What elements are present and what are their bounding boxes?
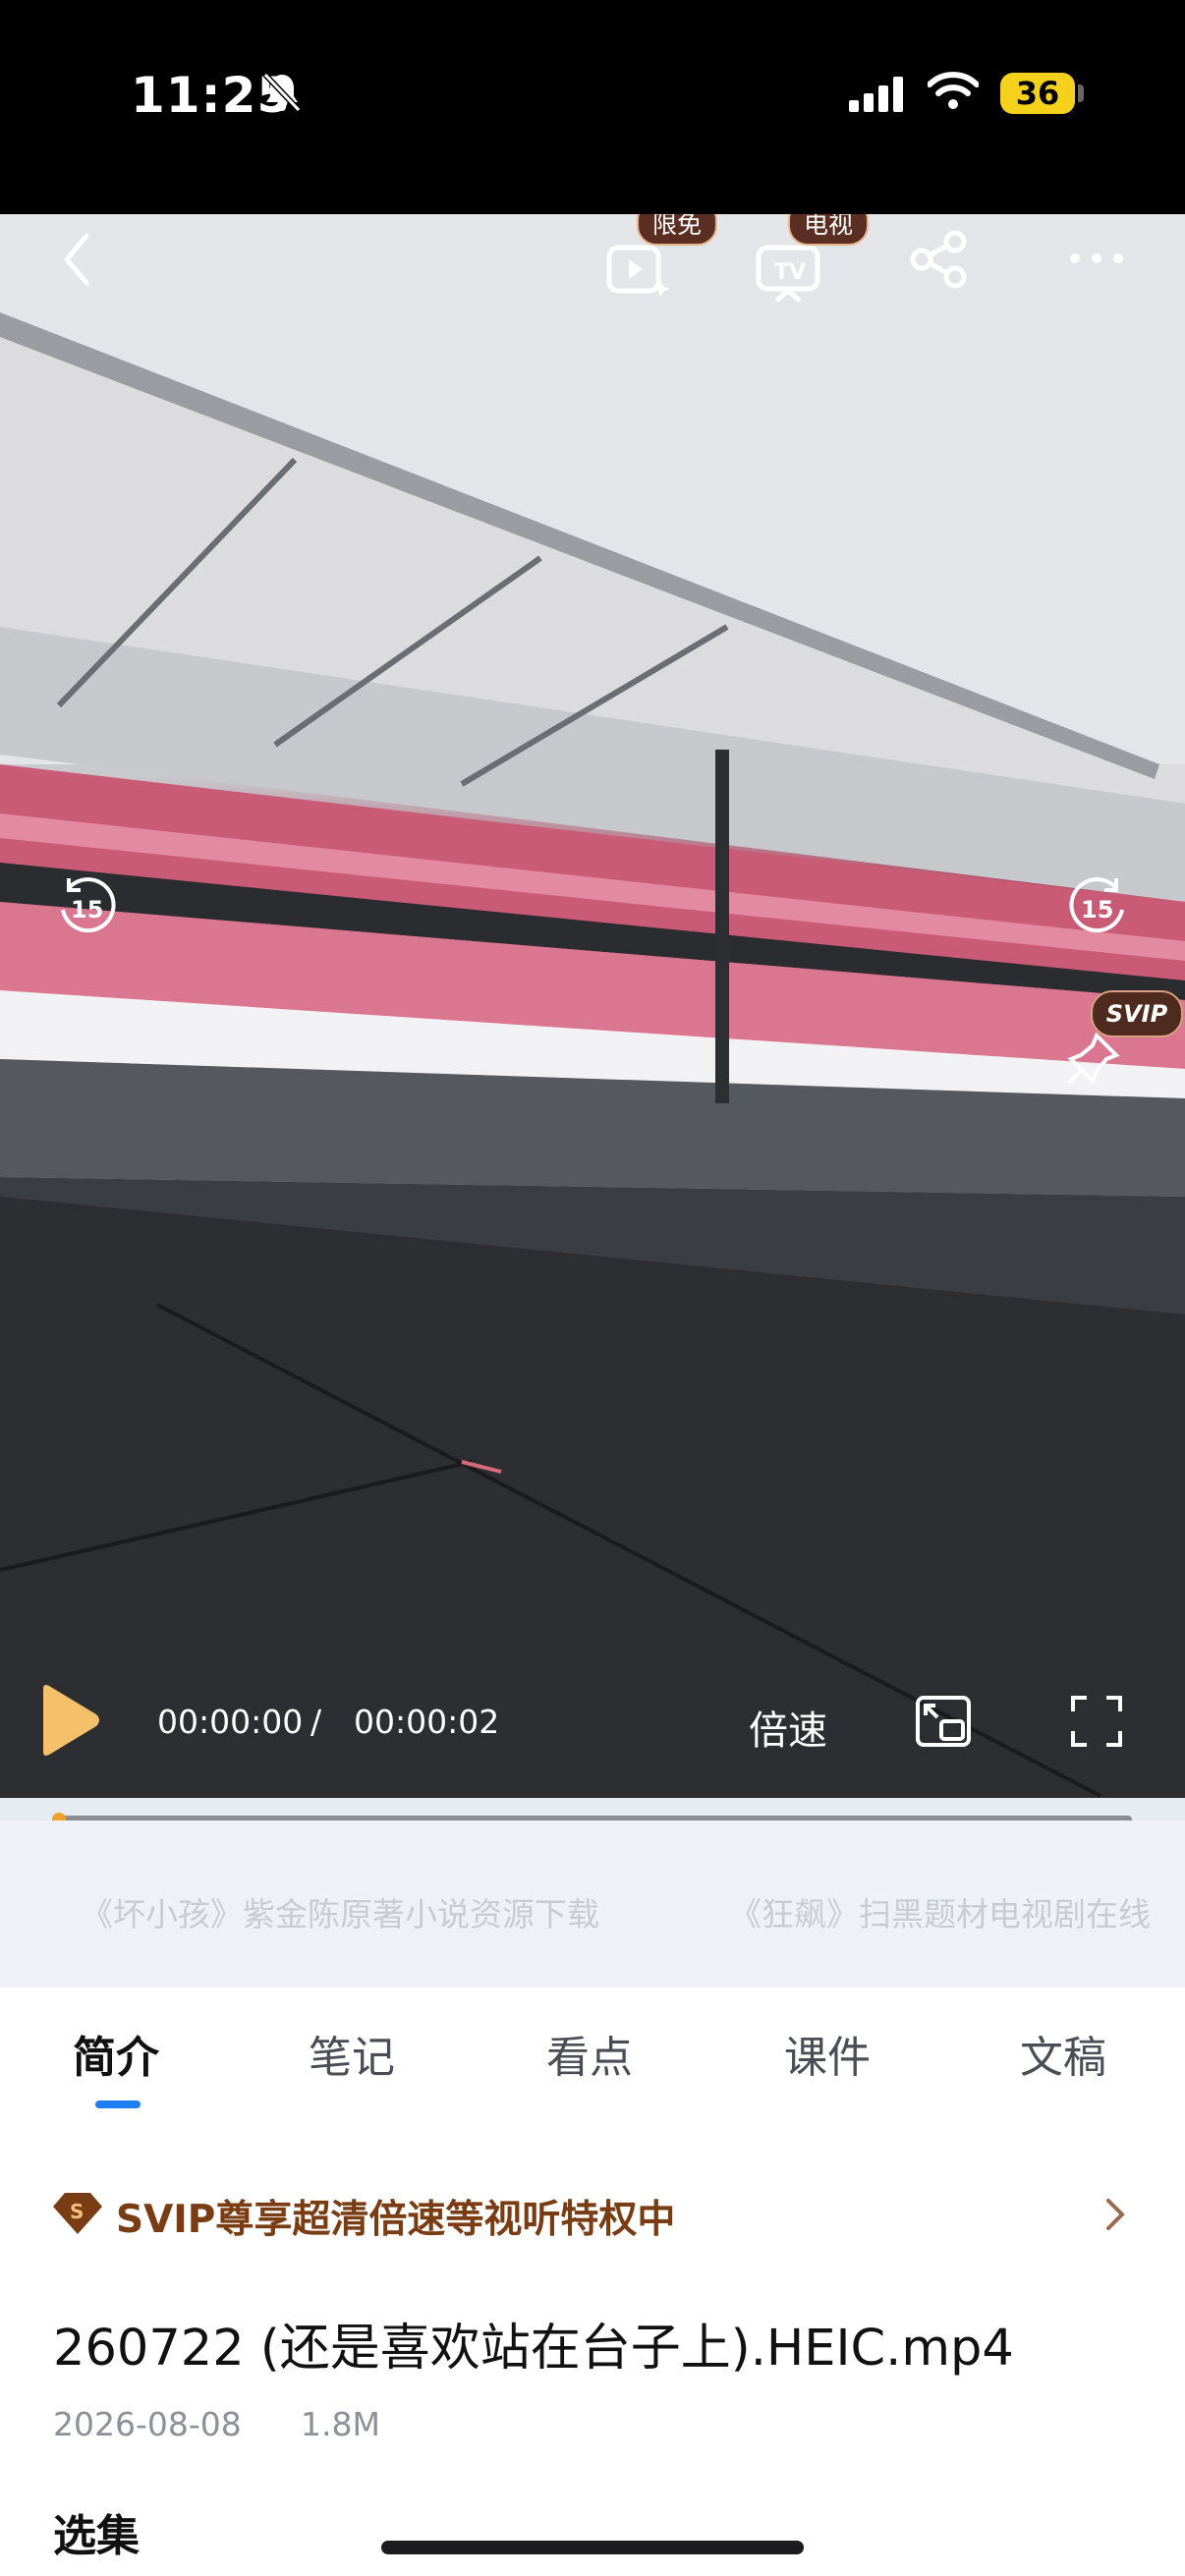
- free-badge: 限免: [637, 214, 718, 246]
- video-player[interactable]: 限免 TV 电视 15 15 SVIP: [0, 214, 1185, 1820]
- share-icon[interactable]: [908, 228, 971, 295]
- file-size: 1.8M: [301, 2405, 380, 2443]
- svg-text:15: 15: [1081, 896, 1113, 924]
- episodes-section-title: 选集: [53, 2511, 140, 2561]
- chevron-right-icon[interactable]: [1104, 2195, 1128, 2238]
- file-name: 260722 (还是喜欢站在台子上).HEIC.mp4: [53, 2320, 1014, 2378]
- tv-cast-icon[interactable]: TV: [755, 242, 823, 308]
- back-icon[interactable]: [57, 228, 96, 295]
- tab-courseware[interactable]: 课件: [784, 2022, 871, 2085]
- home-indicator: [381, 2541, 804, 2554]
- more-icon[interactable]: [1067, 244, 1126, 277]
- video-free-icon[interactable]: [605, 242, 672, 305]
- cellular-signal-icon: [849, 77, 906, 116]
- tab-intro[interactable]: 简介: [73, 2022, 159, 2085]
- svip-diamond-icon: S: [51, 2189, 104, 2240]
- bell-muted-icon: [261, 71, 303, 118]
- svg-text:15: 15: [71, 896, 103, 924]
- file-date: 2026-08-08: [53, 2405, 242, 2443]
- tv-badge: 电视: [788, 214, 870, 246]
- active-tab-indicator: [95, 2100, 141, 2108]
- status-bar: 11:25 36: [0, 0, 1185, 214]
- battery-indicator: 36: [1000, 73, 1075, 114]
- playback-speed-button[interactable]: 倍速: [749, 1699, 827, 1756]
- recommendation-item[interactable]: 《狂飙》扫黑题材电视剧在线: [729, 1888, 1151, 1935]
- forward-15-icon[interactable]: 15: [1065, 874, 1130, 943]
- picture-in-picture-icon[interactable]: [914, 1692, 973, 1755]
- fullscreen-icon[interactable]: [1067, 1692, 1126, 1755]
- video-frame: [0, 214, 1185, 1820]
- wifi-icon: [927, 71, 980, 114]
- total-time: 00:00:02: [354, 1703, 500, 1741]
- battery-tip: [1078, 84, 1084, 102]
- pin-icon[interactable]: [1063, 1030, 1122, 1092]
- play-button[interactable]: [37, 1683, 102, 1762]
- recommendation-item[interactable]: 《坏小孩》紫金陈原著小说资源下载: [81, 1888, 599, 1935]
- time-separator: /: [310, 1703, 322, 1741]
- current-time: 00:00:00: [157, 1703, 304, 1741]
- svg-text:TV: TV: [774, 260, 806, 285]
- tab-notes[interactable]: 笔记: [309, 2022, 395, 2085]
- tab-highlights[interactable]: 看点: [546, 2022, 633, 2085]
- svip-banner-text: SVIP尊享超清倍速等视听特权中: [116, 2198, 676, 2242]
- tab-transcript[interactable]: 文稿: [1020, 2022, 1106, 2085]
- svg-text:S: S: [70, 2200, 84, 2223]
- rewind-15-icon[interactable]: 15: [55, 874, 120, 943]
